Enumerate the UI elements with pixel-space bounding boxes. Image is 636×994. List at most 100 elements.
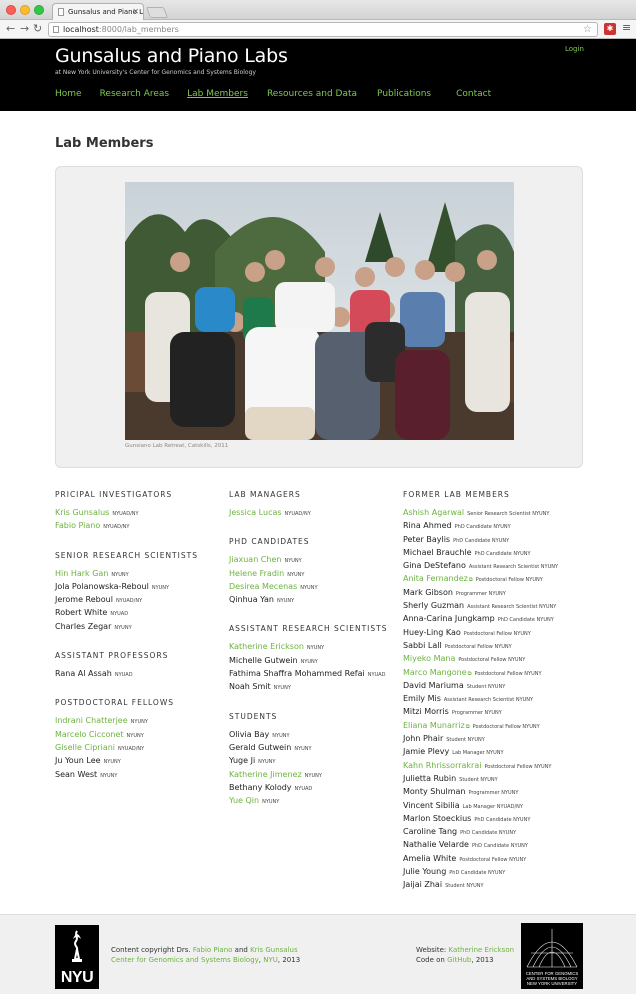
member-name[interactable]: Ashish Agarwal: [403, 508, 464, 517]
member-row: Sean West NYUNY: [55, 769, 225, 782]
address-bar[interactable]: localhost:8000/lab_members ☆: [48, 22, 598, 37]
member-name: Gerald Gutwein: [229, 742, 292, 752]
member-row: Mark Gibson Programmer NYUNY: [403, 587, 573, 600]
member-name: Qinhua Yan: [229, 595, 274, 605]
cgsb-logo[interactable]: CENTER FOR GENOMICS AND SYSTEMS BIOLOGY …: [521, 923, 583, 989]
member-name: Emily Mis: [403, 694, 441, 704]
browser-tab[interactable]: Gunsalus and Piano Labs — ✕: [52, 3, 144, 20]
member-row: Michelle Gutwein NYUNY: [229, 655, 399, 668]
member-name: Caroline Tang: [403, 827, 458, 837]
main-nav: Home Research Areas Lab Members Resource…: [55, 89, 491, 99]
nav-home[interactable]: Home: [55, 89, 82, 99]
member-role: Programmer NYUNY: [468, 790, 519, 797]
member-row: Peter Baylis PhD Candidate NYUNY: [403, 534, 573, 547]
close-window-icon[interactable]: [6, 5, 16, 15]
member-name: Peter Baylis: [403, 534, 451, 544]
member-name[interactable]: Marco Mangone: [403, 668, 467, 677]
member-role: Student NYUNY: [459, 776, 498, 783]
menu-icon[interactable]: ≡: [622, 21, 631, 34]
member-name[interactable]: Giselle Cipriani: [55, 743, 115, 752]
members-column-2: LAB MANAGERS Jessica Lucas NYUAD/NY PHD CAN…: [229, 490, 399, 825]
member-row: Eliana Munarriz⧉ Postdoctoral Fellow NYUN…: [403, 720, 573, 733]
nav-lab-members[interactable]: Lab Members: [187, 89, 248, 99]
footer-link-kris-gunsalus[interactable]: Kris Gunsalus: [250, 946, 298, 954]
footer-link-katherine-erickson[interactable]: Katherine Erickson: [449, 946, 515, 954]
member-name[interactable]: Eliana Munarriz: [403, 721, 465, 730]
reload-icon[interactable]: ↻: [33, 22, 42, 36]
member-name[interactable]: Jiaxuan Chen: [229, 555, 281, 564]
member-name[interactable]: Katherine Erickson: [229, 642, 304, 651]
zoom-window-icon[interactable]: [34, 5, 44, 15]
footer-link-github[interactable]: GitHub: [447, 956, 471, 964]
member-row: Charles Zegar NYUNY: [55, 621, 225, 634]
nyu-logo[interactable]: NYU: [55, 925, 99, 989]
code-on-label: Code on: [416, 956, 445, 964]
member-name[interactable]: Miyeko Mana: [403, 654, 455, 663]
footer-link-cgsb[interactable]: Center for Genomics and Systems Biology: [111, 956, 259, 964]
member-role: Postdoctoral Fellow NYUNY: [459, 856, 527, 863]
member-name[interactable]: Katherine Jimenez: [229, 770, 302, 779]
forward-icon[interactable]: →: [20, 22, 29, 36]
section-title: FORMER LAB MEMBERS: [403, 490, 510, 499]
member-row: Michael Brauchle PhD Candidate NYUNY: [403, 547, 573, 560]
member-name: Jamie Plevy: [403, 747, 450, 757]
nav-research-areas[interactable]: Research Areas: [100, 89, 170, 99]
external-link-icon[interactable]: ⧉: [469, 577, 473, 583]
member-role: NYUNY: [306, 645, 325, 652]
member-row: Jessica Lucas NYUAD/NY: [229, 507, 399, 520]
member-role: Student NYUNY: [445, 883, 484, 890]
member-role: Postdoctoral Fellow NYUNY: [444, 643, 512, 650]
member-section: LAB MANAGERS Jessica Lucas NYUAD/NY: [229, 490, 399, 520]
member-name: Anna-Carina Jungkamp: [403, 614, 495, 624]
member-name[interactable]: Desirea Mecenas: [229, 582, 297, 591]
footer-link-nyu[interactable]: NYU: [263, 956, 278, 964]
member-row: Fabio Piano NYUAD/NY: [55, 520, 225, 533]
copyright-prefix: Content copyright Drs.: [111, 946, 191, 954]
member-name[interactable]: Anita Fernandez: [403, 574, 468, 583]
member-name[interactable]: Jessica Lucas: [229, 508, 282, 517]
member-name: Rina Ahmed: [403, 521, 452, 531]
member-name: Vincent Sibilia: [403, 800, 460, 810]
member-name[interactable]: Kahn Rhrissorrakrai: [403, 761, 481, 770]
section-title: ASSISTANT RESEARCH SCIENTISTS: [229, 624, 388, 634]
member-role: NYUNY: [151, 584, 170, 591]
site-title[interactable]: Gunsalus and Piano Labs: [55, 45, 288, 67]
member-role: Postdoctoral Fellow NYUNY: [474, 670, 542, 677]
site-header: Gunsalus and Piano Labs at New York Univ…: [0, 39, 636, 111]
footer-link-fabio-piano[interactable]: Fabio Piano: [193, 946, 233, 954]
member-role: NYUNY: [284, 558, 302, 565]
close-tab-icon[interactable]: ✕: [132, 4, 139, 20]
external-link-icon[interactable]: ⧉: [466, 724, 470, 730]
member-name[interactable]: Hin Hark Gan: [55, 569, 108, 578]
page-icon: [53, 26, 59, 33]
minimize-window-icon[interactable]: [20, 5, 30, 15]
member-name: Jaijai Zhai: [403, 880, 443, 890]
member-name[interactable]: Marcelo Cicconet: [55, 730, 124, 739]
member-role: NYUAD/NY: [284, 511, 311, 517]
member-row: Katherine Erickson NYUNY: [229, 641, 399, 654]
member-name: Julietta Rubin: [403, 773, 457, 783]
nav-publications[interactable]: Publications: [377, 89, 431, 99]
member-row: Rana Al Assah NYUAD: [55, 668, 225, 681]
nav-resources-and-data[interactable]: Resources and Data: [267, 89, 357, 99]
member-row: Kris Gunsalus NYUAD/NY: [55, 507, 225, 520]
nav-contact[interactable]: Contact: [456, 89, 491, 99]
member-row: Qinhua Yan NYUNY: [229, 594, 399, 607]
login-link[interactable]: Login: [565, 45, 584, 53]
member-section: FORMER LAB MEMBERS Ashish Agarwal Senior R…: [403, 490, 573, 893]
back-icon[interactable]: ←: [6, 22, 15, 36]
external-link-icon[interactable]: ⧉: [468, 671, 472, 677]
member-row: Noah Smit NYUNY: [229, 681, 399, 694]
member-name[interactable]: Indrani Chatterjee: [55, 716, 128, 725]
cgsb-logo-text: CENTER FOR GENOMICS AND SYSTEMS BIOLOGY …: [525, 971, 579, 986]
new-tab-button[interactable]: [145, 7, 169, 18]
member-name[interactable]: Yue Qin: [229, 796, 259, 805]
member-name[interactable]: Kris Gunsalus: [55, 508, 109, 517]
member-name: Yuge Ji: [229, 756, 256, 766]
member-name[interactable]: Helene Fradin: [229, 569, 284, 578]
extension-icon[interactable]: ✱: [604, 23, 616, 35]
page-icon: [58, 8, 64, 16]
member-role: PhD Candidate NYUNY: [474, 550, 531, 557]
bookmark-star-icon[interactable]: ☆: [583, 23, 592, 36]
member-name[interactable]: Fabio Piano: [55, 521, 100, 530]
